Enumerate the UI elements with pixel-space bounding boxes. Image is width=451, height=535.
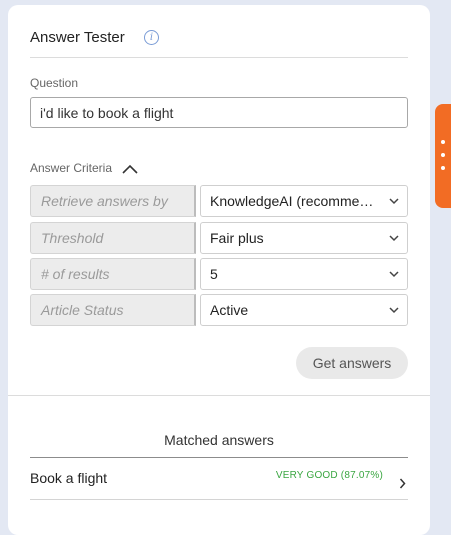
criteria-row-results: # of results 5 (30, 258, 408, 290)
answer-tester-panel: Answer Tester i Question Answer Criteria… (8, 5, 430, 535)
criteria-row-threshold: Threshold Fair plus (30, 222, 408, 254)
criteria-key: Threshold (30, 222, 196, 254)
chevron-down-icon (389, 271, 399, 278)
dot-icon (441, 166, 445, 170)
answer-score: VERY GOOD (87.07%) (275, 470, 383, 481)
article-status-select[interactable]: Active (200, 294, 408, 326)
select-value: KnowledgeAI (recommended) (210, 193, 396, 209)
threshold-select[interactable]: Fair plus (200, 222, 408, 254)
get-answers-button[interactable]: Get answers (296, 347, 408, 379)
matched-answer-row[interactable]: Book a flight VERY GOOD (87.07%) (30, 458, 408, 500)
criteria-row-status: Article Status Active (30, 294, 408, 326)
info-icon[interactable]: i (144, 30, 159, 45)
side-panel-tab[interactable] (435, 104, 451, 208)
answer-title: Book a flight (30, 470, 108, 486)
select-value: 5 (210, 266, 218, 282)
chevron-right-icon (399, 478, 406, 489)
panel-title: Answer Tester (30, 29, 125, 46)
criteria-key: Article Status (30, 294, 196, 326)
dot-icon (441, 153, 445, 157)
chevron-down-icon (389, 307, 399, 314)
chevron-down-icon (389, 198, 399, 205)
dot-icon (441, 140, 445, 144)
section-divider (8, 395, 430, 396)
retrieve-answers-select[interactable]: KnowledgeAI (recommended) (200, 185, 408, 217)
criteria-row-retrieve: Retrieve answers by KnowledgeAI (recomme… (30, 185, 408, 217)
results-count-select[interactable]: 5 (200, 258, 408, 290)
criteria-key: # of results (30, 258, 196, 290)
question-label: Question (30, 76, 79, 90)
question-input[interactable] (30, 97, 408, 128)
answer-criteria-label: Answer Criteria (30, 161, 113, 175)
chevron-up-icon[interactable] (121, 163, 139, 175)
select-value: Active (210, 302, 249, 318)
criteria-key: Retrieve answers by (30, 185, 196, 217)
matched-answers-title: Matched answers (164, 432, 274, 448)
chevron-down-icon (389, 235, 399, 242)
select-value: Fair plus (210, 230, 264, 246)
panel-header: Answer Tester i (30, 29, 408, 58)
